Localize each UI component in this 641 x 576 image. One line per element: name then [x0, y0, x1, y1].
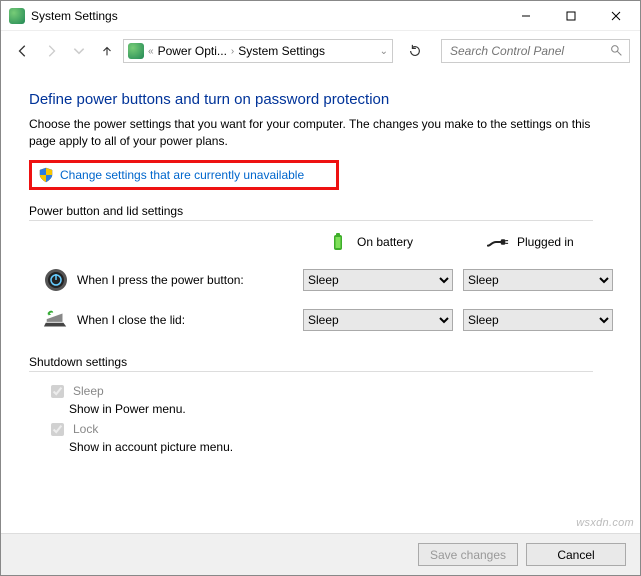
row-label: When I close the lid:: [77, 313, 185, 327]
save-button: Save changes: [418, 543, 518, 566]
minimize-button[interactable]: [503, 2, 548, 30]
close-button[interactable]: [593, 2, 638, 30]
column-label: Plugged in: [517, 235, 574, 249]
power-button-icon: [43, 267, 69, 293]
search-icon: [610, 44, 623, 60]
row-power-button: When I press the power button:: [43, 267, 303, 293]
breadcrumb[interactable]: « Power Opti... › System Settings ⌄: [123, 39, 393, 63]
column-on-battery: On battery: [303, 231, 463, 253]
row-label: When I press the power button:: [77, 273, 244, 287]
column-plugged-in: Plugged in: [463, 231, 623, 253]
change-settings-link[interactable]: Change settings that are currently unava…: [60, 168, 304, 182]
lid-plugged-select[interactable]: Sleep: [463, 309, 613, 331]
sleep-checkbox: [51, 385, 64, 398]
up-button[interactable]: [95, 39, 119, 63]
lid-battery-select[interactable]: Sleep: [303, 309, 453, 331]
sleep-desc: Show in Power menu.: [69, 402, 593, 416]
cancel-button[interactable]: Cancel: [526, 543, 626, 566]
nav-bar: « Power Opti... › System Settings ⌄: [1, 31, 640, 71]
laptop-lid-icon: [43, 307, 69, 333]
column-label: On battery: [357, 235, 413, 249]
shutdown-section-label: Shutdown settings: [29, 355, 593, 372]
power-settings-grid: On battery Plugged in When I press the p…: [43, 231, 593, 333]
chevron-down-icon[interactable]: ⌄: [380, 46, 388, 57]
row-close-lid: When I close the lid:: [43, 307, 303, 333]
page-description: Choose the power settings that you want …: [29, 116, 593, 150]
breadcrumb-icon: [128, 43, 144, 59]
recent-dropdown[interactable]: [67, 39, 91, 63]
plug-icon: [487, 231, 509, 253]
chevron-right-icon: ›: [231, 46, 234, 57]
window-title: System Settings: [31, 9, 118, 23]
content-area: Define power buttons and turn on passwor…: [1, 71, 621, 464]
breadcrumb-item[interactable]: System Settings: [238, 44, 325, 58]
change-settings-row: Change settings that are currently unava…: [29, 160, 339, 190]
search-input[interactable]: [448, 43, 623, 59]
watermark: wsxdn.com: [576, 517, 634, 529]
lock-checkbox-label: Lock: [73, 422, 98, 436]
sleep-checkbox-label: Sleep: [73, 384, 104, 398]
lock-checkbox: [51, 423, 64, 436]
chevron-icon: «: [148, 46, 154, 57]
lock-desc: Show in account picture menu.: [69, 440, 593, 454]
search-box[interactable]: [441, 39, 630, 63]
back-button[interactable]: [11, 39, 35, 63]
power-button-plugged-select[interactable]: Sleep: [463, 269, 613, 291]
refresh-button[interactable]: [403, 39, 427, 63]
forward-button[interactable]: [39, 39, 63, 63]
uac-shield-icon: [38, 167, 54, 183]
page-title: Define power buttons and turn on passwor…: [29, 91, 593, 108]
maximize-button[interactable]: [548, 2, 593, 30]
breadcrumb-item[interactable]: Power Opti...: [158, 44, 227, 58]
app-icon: [9, 8, 25, 24]
power-button-battery-select[interactable]: Sleep: [303, 269, 453, 291]
power-section-label: Power button and lid settings: [29, 204, 593, 221]
battery-icon: [327, 231, 349, 253]
footer: Save changes Cancel: [1, 533, 640, 575]
title-bar: System Settings: [1, 1, 640, 31]
